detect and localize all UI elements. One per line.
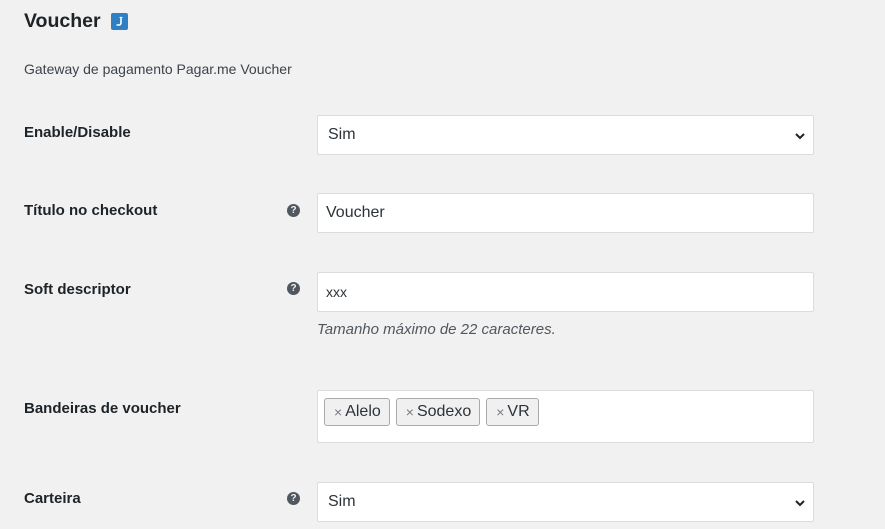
soft-descriptor-input[interactable]: xxx xyxy=(317,272,814,312)
enable-label: Enable/Disable xyxy=(24,124,131,141)
return-arrow-icon[interactable] xyxy=(110,12,128,30)
chevron-down-icon xyxy=(794,129,806,147)
wallet-select[interactable]: Sim xyxy=(317,482,814,522)
brand-tag-vr[interactable]: × VR xyxy=(486,398,539,426)
brand-tag-sodexo[interactable]: × Sodexo xyxy=(395,398,481,426)
help-icon[interactable]: ? xyxy=(287,282,300,295)
wallet-label: Carteira xyxy=(24,490,81,507)
help-icon[interactable]: ? xyxy=(287,204,300,217)
page-subtitle: Gateway de pagamento Pagar.me Voucher xyxy=(24,61,292,77)
brand-tag-label: Sodexo xyxy=(416,403,472,420)
soft-descriptor-value: xxx xyxy=(326,284,347,300)
soft-descriptor-label: Soft descriptor xyxy=(24,281,131,298)
checkout-title-input[interactable]: Voucher xyxy=(317,193,814,233)
page-title: Voucher xyxy=(24,10,101,32)
checkout-title-value: Voucher xyxy=(326,204,385,221)
checkout-title-label: Título no checkout xyxy=(24,202,158,219)
enable-select-value: Sim xyxy=(328,126,356,143)
enable-select[interactable]: Sim xyxy=(317,115,814,155)
section-header: Voucher xyxy=(24,8,128,34)
soft-descriptor-description: Tamanho máximo de 22 caracteres. xyxy=(317,321,556,338)
remove-tag-icon[interactable]: × xyxy=(406,405,414,419)
wallet-select-value: Sim xyxy=(328,493,356,510)
chevron-down-icon xyxy=(794,496,806,514)
remove-tag-icon[interactable]: × xyxy=(334,405,342,419)
help-icon[interactable]: ? xyxy=(287,492,300,505)
brand-tag-alelo[interactable]: × Alelo xyxy=(324,398,390,426)
brand-tag-label: Alelo xyxy=(345,403,381,420)
remove-tag-icon[interactable]: × xyxy=(496,405,504,419)
voucher-brands-label: Bandeiras de voucher xyxy=(24,400,181,417)
voucher-brands-multiselect[interactable]: × Alelo × Sodexo × VR xyxy=(317,390,814,443)
brand-tag-label: VR xyxy=(507,403,530,420)
